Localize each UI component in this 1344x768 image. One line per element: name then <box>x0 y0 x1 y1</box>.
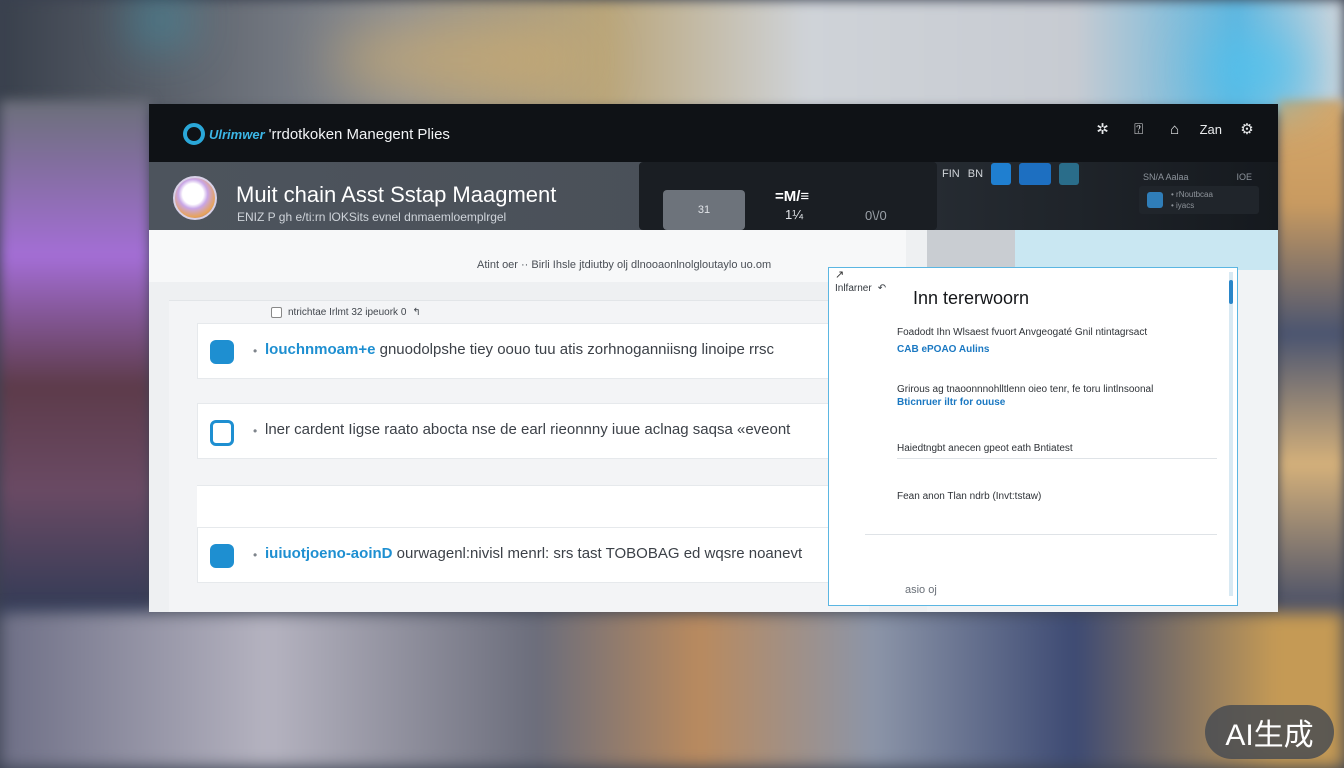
drawer-section: Fean anon Tlan ndrb (Invt:tstaw) <box>897 490 1217 503</box>
top-navbar: Ulrimwer 'rrdotkoken Manegent Plies ✲ ⍰ … <box>149 104 1278 162</box>
section-link[interactable]: CAB ePOAO Aulins <box>897 343 1217 356</box>
row-accent: iuiuotjoeno-aoinD <box>265 545 393 562</box>
page-subtitle: ENIZ P gh e/ti:rn lOKSits evnel dnmaemlo… <box>237 210 507 224</box>
brand-mark: Ulrimwer <box>209 126 265 142</box>
stats-panel: 31 =M/≡ 1¼ 0\/0 <box>639 162 937 230</box>
wallet-icon <box>210 420 234 446</box>
divider <box>897 458 1217 459</box>
side-panel-strip-accent <box>1015 230 1278 270</box>
stat-secondary: 1¼ <box>785 207 804 222</box>
meta-label: SN/A Aalaa <box>1143 172 1189 182</box>
brand[interactable]: Ulrimwer 'rrdotkoken Manegent Plies <box>183 123 450 145</box>
card-icon <box>1147 192 1163 208</box>
drawer-scrollbar[interactable] <box>1229 272 1233 596</box>
avatar[interactable] <box>173 176 217 220</box>
notification-icon[interactable]: ⌂ <box>1164 118 1186 140</box>
list-spacer <box>197 485 837 528</box>
card-text: • rNoutbcaa • iyacs <box>1171 190 1213 210</box>
list-header-label: ntrichtae Irlmt 32 ipeuork 0 <box>288 307 407 318</box>
tab-window-icon[interactable] <box>1059 163 1080 185</box>
stats-button[interactable]: 31 <box>663 190 745 230</box>
help-icon[interactable]: ⍰ <box>1128 118 1150 140</box>
row-text: lner cardent Iigse raato abocta nse de e… <box>265 421 791 438</box>
select-all-checkbox[interactable] <box>271 307 282 318</box>
section-text: Grirous ag tnaoonnnohlltlenn oieo tenr, … <box>897 384 1154 395</box>
page-title: Muit chain Asst Sstap Maagment <box>236 182 557 207</box>
section-link[interactable]: Bticnruer iltr for ouuse <box>897 396 1217 409</box>
row-bullet: • <box>253 548 258 562</box>
side-panel-strip <box>927 230 1015 270</box>
drawer-footer[interactable]: asio oj <box>905 584 937 596</box>
list-header: ntrichtae Irlmt 32 ipeuork 0 ↰ <box>271 307 421 318</box>
list-item[interactable]: • lner cardent Iigse raato abocta nse de… <box>197 403 837 459</box>
row-bullet: • <box>253 344 258 358</box>
brand-logo-icon <box>183 123 205 145</box>
settings-cluster-icon[interactable]: ✲ <box>1092 118 1114 140</box>
swap-icon <box>210 544 234 568</box>
section-text: Fean anon Tlan ndrb (Invt:tstaw) <box>897 491 1042 502</box>
section-text[interactable]: Haiedtngbt anecen gpeot eath Bntiatest <box>897 442 1217 455</box>
list-item[interactable]: • louchnmoam+e gnuodolpshe tiey oouo tuu… <box>197 323 837 379</box>
tab-strip: FIN BN <box>942 162 1132 186</box>
right-info-card[interactable]: • rNoutbcaa • iyacs <box>1139 186 1259 214</box>
ai-generated-watermark: AI生成 <box>1205 705 1334 759</box>
breadcrumb-label[interactable]: Inlfarner <box>835 283 872 294</box>
row-text: gnuodolpshe tiey oouo tuu atis zorhnogan… <box>375 341 775 358</box>
row-text: ourwagenl:nivisl menrl: srs tast TOBOBAG… <box>392 545 803 562</box>
list-header-sort-icon[interactable]: ↰ <box>412 307 420 318</box>
main-content: Atint oer ·· Birli Ihsle jtdiutby olj dl… <box>149 230 927 612</box>
user-icon[interactable]: ⚙ <box>1236 118 1258 140</box>
tab-app-icon[interactable] <box>991 163 1012 185</box>
user-label[interactable]: Zan <box>1200 122 1222 137</box>
tab-bn[interactable]: BN <box>968 168 983 180</box>
section-text: Foadodt Ihn Wlsaest fvuort Anvgeogaté Gn… <box>897 327 1148 338</box>
notice-bar: Atint oer ·· Birli Ihsle jtdiutby olj dl… <box>149 230 906 282</box>
notice-text: Atint oer ·· Birli Ihsle jtdiutby olj dl… <box>477 259 772 271</box>
divider <box>865 534 1217 535</box>
tab-fin[interactable]: FIN <box>942 168 960 180</box>
page-header: Muit chain Asst Sstap Maagment ENIZ P gh… <box>149 162 1278 230</box>
detail-drawer: ↗ Inlfarner ↶ Inn tererwoorn Foadodt Ihn… <box>828 267 1238 606</box>
list-item[interactable]: • iuiuotjoeno-aoinD ourwagenl:nivisl men… <box>197 527 837 583</box>
drawer-section: Grirous ag tnaoonnnohlltlenn oieo tenr, … <box>897 383 1217 409</box>
stat-primary: =M/≡ <box>775 188 810 205</box>
tab-active-icon[interactable] <box>1019 163 1052 185</box>
meta-code: IOE <box>1236 172 1253 182</box>
row-accent: louchnmoam+e <box>265 341 376 358</box>
asset-list: ntrichtae Irlmt 32 ipeuork 0 ↰ • louchnm… <box>169 300 869 612</box>
drawer-title: Inn tererwoorn <box>913 288 1030 308</box>
back-icon[interactable]: ↶ <box>878 283 886 294</box>
row-bullet: • <box>253 424 258 438</box>
close-icon[interactable]: ↗ <box>835 268 844 281</box>
drawer-section: Foadodt Ihn Wlsaest fvuort Anvgeogaté Gn… <box>897 326 1217 356</box>
chain-icon <box>210 340 234 364</box>
breadcrumb: Inlfarner ↶ <box>835 283 886 294</box>
drawer-section: Haiedtngbt anecen gpeot eath Bntiatest <box>897 442 1217 455</box>
app-title: 'rrdotkoken Manegent Plies <box>268 125 450 143</box>
stat-tertiary: 0\/0 <box>865 208 887 223</box>
